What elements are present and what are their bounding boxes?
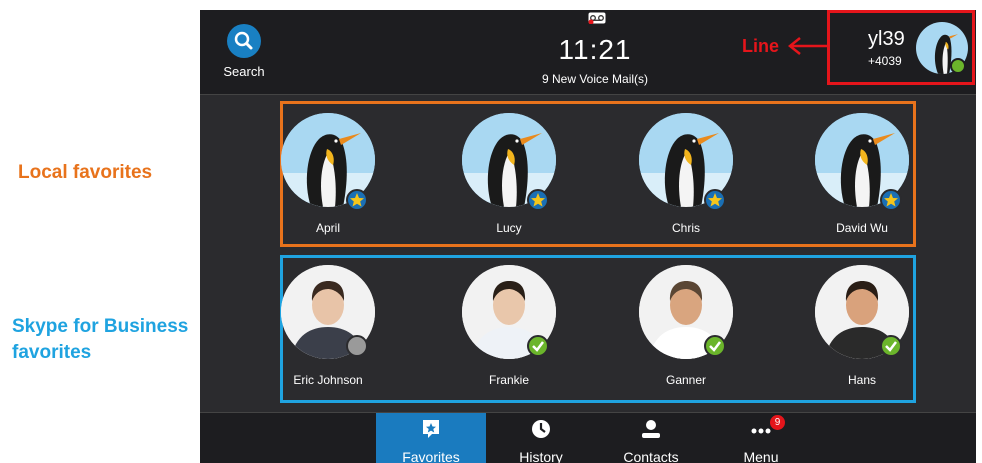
more-dots-icon bbox=[751, 428, 771, 434]
line-status-available-icon bbox=[950, 58, 966, 74]
favorite-star-icon bbox=[704, 189, 726, 211]
clock-time: 11:21 bbox=[558, 34, 632, 65]
line-annotation: Line bbox=[742, 36, 780, 56]
search-icon bbox=[227, 24, 261, 58]
skype-favorite-tile[interactable]: Frankie bbox=[439, 265, 579, 387]
skype-favorite-tile[interactable]: Hans bbox=[792, 265, 932, 387]
local-favorite-tile[interactable]: Lucy bbox=[439, 113, 579, 235]
favorite-star-icon bbox=[346, 189, 368, 211]
bottom-navigation: Favorites History Contacts 9 Menu bbox=[200, 412, 976, 463]
contact-name: Eric Johnson bbox=[293, 373, 363, 387]
tab-menu[interactable]: 9 Menu bbox=[706, 413, 816, 463]
contact-name: Chris bbox=[671, 221, 700, 235]
skype-favorites-annotation: Skype for Business favorites bbox=[12, 314, 212, 366]
tab-favorites[interactable]: Favorites bbox=[376, 413, 486, 463]
history-tab-label: History bbox=[519, 449, 563, 463]
line-arrow-icon bbox=[787, 37, 828, 55]
skype-annotation-line1: Skype for Business bbox=[12, 316, 189, 337]
contact-name: Frankie bbox=[488, 373, 529, 387]
voicemail-status[interactable]: 9 New Voice Mail(s) bbox=[500, 72, 690, 86]
tab-history[interactable]: History bbox=[486, 413, 596, 463]
favorite-star-icon bbox=[880, 189, 902, 211]
contact-name: David Wu bbox=[836, 221, 888, 235]
status-available-icon bbox=[704, 335, 726, 357]
voicemail-icon[interactable] bbox=[588, 12, 606, 24]
status-offline-icon bbox=[346, 335, 368, 357]
favorites-tab-label: Favorites bbox=[402, 449, 460, 463]
search-button[interactable]: Search bbox=[222, 24, 266, 79]
skype-favorite-tile[interactable]: Eric Johnson bbox=[258, 265, 398, 387]
contacts-tab-label: Contacts bbox=[623, 449, 679, 463]
search-label: Search bbox=[223, 64, 265, 79]
line-number: +4039 bbox=[868, 54, 902, 68]
favorite-star-icon bbox=[527, 189, 549, 211]
status-available-icon bbox=[880, 335, 902, 357]
local-favorites-annotation: Local favorites bbox=[18, 162, 153, 183]
menu-notification-badge: 9 bbox=[770, 415, 785, 430]
person-icon bbox=[642, 420, 660, 438]
clock-icon bbox=[532, 420, 550, 438]
local-favorite-tile[interactable]: Chris bbox=[616, 113, 756, 235]
local-favorite-tile[interactable]: David Wu bbox=[792, 113, 932, 235]
contact-name: Hans bbox=[847, 373, 876, 387]
skype-favorite-tile[interactable]: Ganner bbox=[616, 265, 756, 387]
contact-name: Lucy bbox=[496, 221, 522, 235]
favorites-tab-icon bbox=[423, 420, 439, 438]
contact-name: Ganner bbox=[665, 373, 707, 387]
status-available-icon bbox=[527, 335, 549, 357]
tab-contacts[interactable]: Contacts bbox=[596, 413, 706, 463]
skype-annotation-line2: favorites bbox=[12, 342, 92, 363]
menu-tab-label: Menu bbox=[743, 449, 779, 463]
local-favorite-tile[interactable]: April bbox=[258, 113, 398, 235]
status-bar: Search 11:21 9 New Voice Mail(s) yl39 +4… bbox=[200, 10, 976, 95]
line-name[interactable]: yl39 bbox=[868, 28, 905, 51]
contact-name: April bbox=[315, 221, 340, 235]
